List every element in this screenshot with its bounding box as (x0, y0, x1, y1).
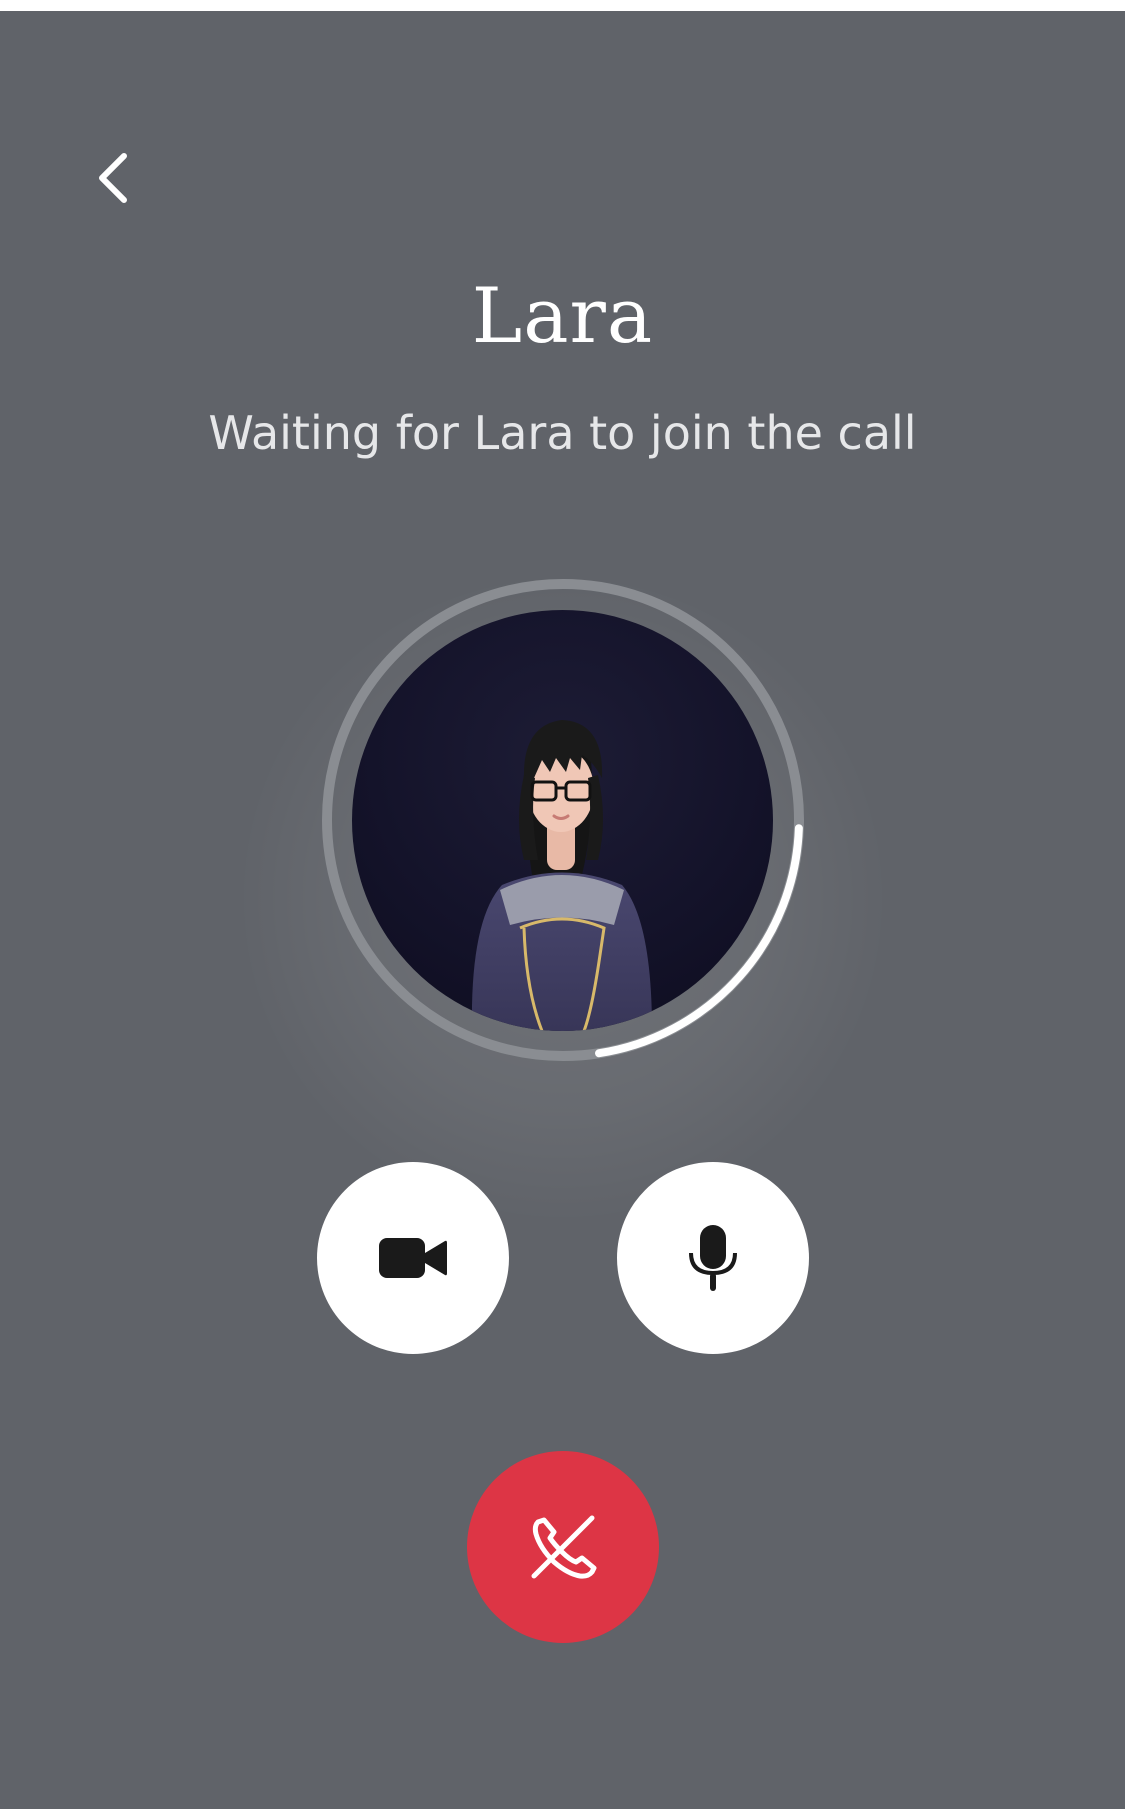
caller-name: Lara (471, 271, 654, 360)
video-toggle-button[interactable] (317, 1162, 509, 1354)
microphone-toggle-button[interactable] (617, 1162, 809, 1354)
video-camera-icon (379, 1238, 447, 1278)
chevron-left-icon (99, 153, 127, 203)
back-button[interactable] (82, 146, 146, 210)
caller-avatar (352, 610, 773, 1031)
microphone-icon (689, 1225, 737, 1291)
call-screen: Lara Waiting for Lara to join the call (0, 11, 1125, 1809)
end-call-button[interactable] (467, 1451, 659, 1643)
call-status-text: Waiting for Lara to join the call (208, 406, 917, 460)
avatar-illustration (471, 720, 652, 1031)
phone-hangup-icon (531, 1515, 597, 1579)
